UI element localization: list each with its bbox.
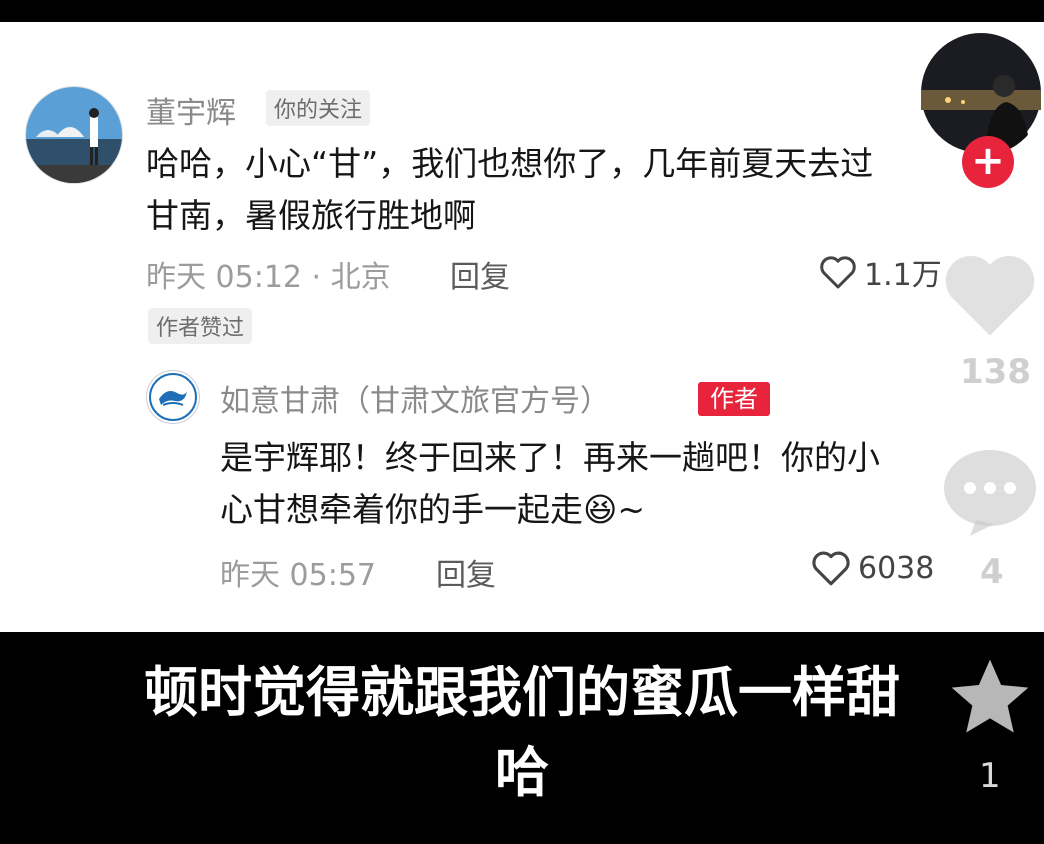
reply-text-line-1: 是宇辉耶！终于回来了！再来一趟吧！你的小 bbox=[220, 438, 880, 477]
comment-text-line-1: 哈哈，小心“甘”，我们也想你了，几年前夏天去过 bbox=[146, 144, 874, 183]
follow-tag: 你的关注 bbox=[266, 90, 371, 126]
favorite-action[interactable] bbox=[944, 652, 1036, 744]
reply-avatar[interactable] bbox=[146, 370, 200, 424]
reply-like-count: 6038 bbox=[858, 550, 935, 586]
reply-text-suffix: ~ bbox=[617, 490, 646, 529]
reply-reply-button[interactable]: 回复 bbox=[436, 550, 496, 594]
heart-icon bbox=[812, 551, 850, 586]
laughing-emoji-icon: 😆 bbox=[583, 490, 618, 529]
comment-panel: 董宇辉 你的关注 哈哈，小心“甘”，我们也想你了，几年前夏天去过 甘南，暑假旅行… bbox=[0, 22, 1044, 632]
reply-text-main: 心甘想牵着你的手一起走 bbox=[220, 490, 583, 529]
favorite-count: 1 bbox=[979, 756, 1001, 796]
author-liked-tag: 作者赞过 bbox=[148, 308, 253, 344]
star-icon bbox=[951, 659, 1029, 733]
like-action[interactable] bbox=[940, 248, 1040, 343]
subtitle-line-1: 顿时觉得就跟我们的蜜瓜一样甜 bbox=[144, 661, 900, 724]
heart-icon bbox=[820, 256, 856, 289]
reply-timestamp: 昨天 05:57 bbox=[220, 558, 376, 593]
reply-like-button[interactable]: 6038 bbox=[810, 548, 934, 588]
heart-icon bbox=[945, 255, 1035, 336]
commenter-avatar[interactable] bbox=[25, 86, 123, 184]
follow-button[interactable]: + bbox=[962, 136, 1014, 188]
avatar-photo bbox=[26, 87, 122, 183]
reply-text-line-2: 心甘想牵着你的手一起走😆~ bbox=[220, 484, 645, 536]
commenter-name[interactable]: 董宇辉 bbox=[146, 88, 236, 132]
comment-like-count: 1.1万 bbox=[864, 258, 942, 293]
gansu-logo-icon bbox=[147, 371, 199, 423]
comment-reply-button[interactable]: 回复 bbox=[450, 252, 510, 296]
top-caption-strip bbox=[0, 0, 1044, 22]
comment-count: 4 bbox=[980, 552, 1004, 592]
author-badge: 作者 bbox=[698, 382, 770, 416]
comment-text-line-2: 甘南，暑假旅行胜地啊 bbox=[146, 196, 476, 235]
reply-author-name[interactable]: 如意甘肃（甘肃文旅官方号） bbox=[220, 376, 610, 420]
subtitle-line-2: 哈 bbox=[495, 741, 549, 804]
plus-icon: + bbox=[971, 138, 1005, 184]
comment-bubble-icon bbox=[944, 450, 1036, 536]
comment-action[interactable] bbox=[940, 446, 1040, 536]
comment-like-button[interactable]: 1.1万 bbox=[818, 250, 942, 294]
like-count: 138 bbox=[960, 352, 1031, 392]
comment-timestamp: 昨天 05:12 · 北京 bbox=[146, 260, 391, 295]
